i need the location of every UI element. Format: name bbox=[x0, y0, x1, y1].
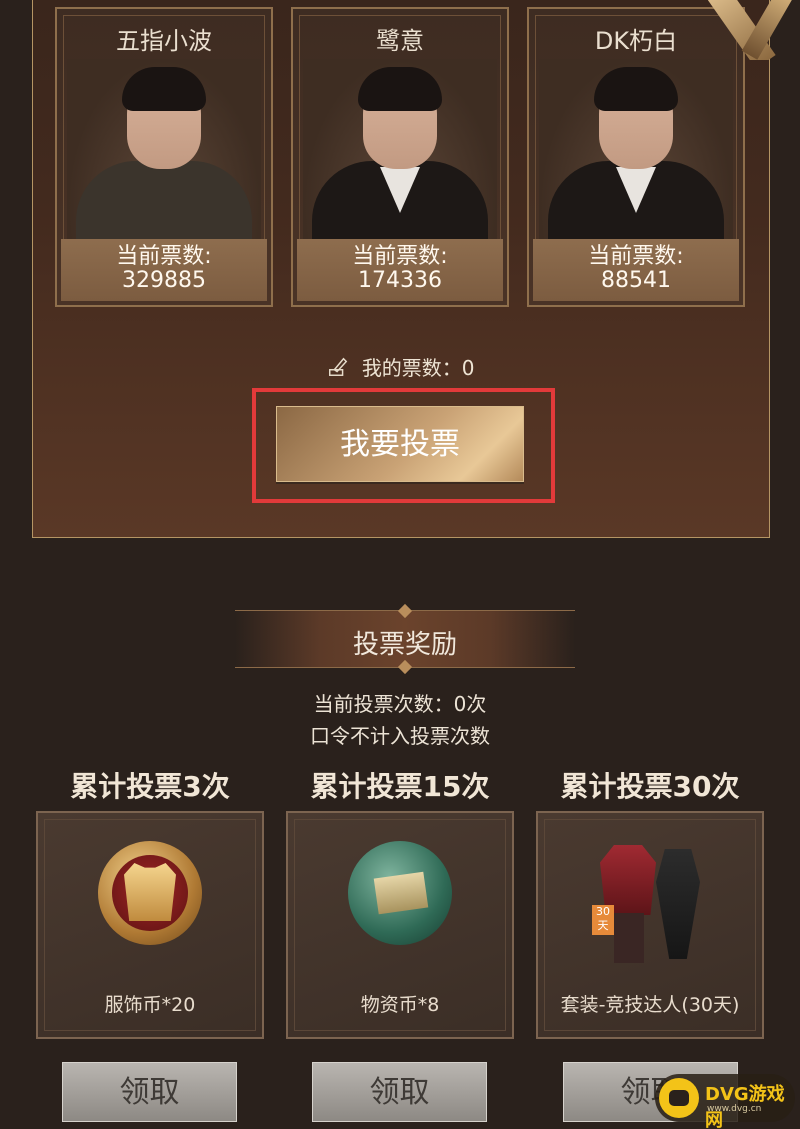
vote-count-label: 当前票数: bbox=[116, 244, 212, 269]
rewards-title: 投票奖励 bbox=[352, 630, 457, 660]
my-votes: 我的票数：0 bbox=[33, 352, 769, 381]
candidate-name: 五指小波 bbox=[116, 27, 212, 55]
reward-card: 30天 套装-竞技达人(30天) bbox=[536, 811, 764, 1039]
reward-card: 物资币*8 bbox=[286, 811, 514, 1039]
vote-count-box: 当前票数: 88541 bbox=[533, 239, 739, 301]
vote-count-value: 329885 bbox=[122, 268, 206, 293]
claim-button[interactable]: 领取 bbox=[312, 1062, 487, 1122]
claim-button[interactable]: 领取 bbox=[62, 1062, 237, 1122]
vote-button[interactable]: 我要投票 bbox=[276, 406, 524, 482]
rewards-banner: 投票奖励 bbox=[235, 603, 575, 675]
candidate-portrait bbox=[303, 59, 497, 243]
outfit-icon: 30天 bbox=[590, 835, 710, 965]
duration-tag: 30天 bbox=[592, 905, 614, 935]
reward-card: 服饰币*20 bbox=[36, 811, 264, 1039]
watermark-logo: DVG游戏网 www.dvg.cn bbox=[655, 1074, 795, 1129]
reward-name: 套装-竞技达人(30天) bbox=[560, 994, 740, 1016]
tier-title: 累计投票3次 bbox=[70, 770, 230, 803]
pen-icon bbox=[329, 357, 348, 376]
candidate-card[interactable]: 鹭意 当前票数: 174336 bbox=[291, 7, 509, 307]
candidate-portrait bbox=[539, 59, 733, 243]
candidate-card[interactable]: 五指小波 当前票数: 329885 bbox=[55, 7, 273, 307]
reward-name: 服饰币*20 bbox=[104, 994, 196, 1016]
vote-count-label: 当前票数: bbox=[352, 244, 448, 269]
vote-count-box: 当前票数: 174336 bbox=[297, 239, 503, 301]
watermark-url: www.dvg.cn bbox=[707, 1104, 762, 1114]
clothing-coin-icon bbox=[98, 841, 202, 945]
corner-ribbon-decoration bbox=[708, 0, 800, 60]
vote-count-label: 当前票数: bbox=[588, 244, 684, 269]
supply-coin-icon bbox=[348, 841, 452, 945]
password-note: 口令不计入投票次数 bbox=[310, 724, 490, 748]
tier-title: 累计投票30次 bbox=[560, 770, 740, 803]
candidate-name: 鹭意 bbox=[376, 27, 424, 55]
my-votes-text: 我的票数：0 bbox=[361, 356, 475, 380]
vote-count-value: 88541 bbox=[601, 268, 671, 293]
vote-count-value: 174336 bbox=[358, 268, 442, 293]
current-vote-count: 当前投票次数：0次 bbox=[313, 692, 487, 716]
tier-title: 累计投票15次 bbox=[310, 770, 490, 803]
candidate-portrait bbox=[67, 59, 261, 243]
gamepad-icon bbox=[659, 1078, 699, 1118]
reward-name: 物资币*8 bbox=[360, 994, 440, 1016]
vote-count-box: 当前票数: 329885 bbox=[61, 239, 267, 301]
